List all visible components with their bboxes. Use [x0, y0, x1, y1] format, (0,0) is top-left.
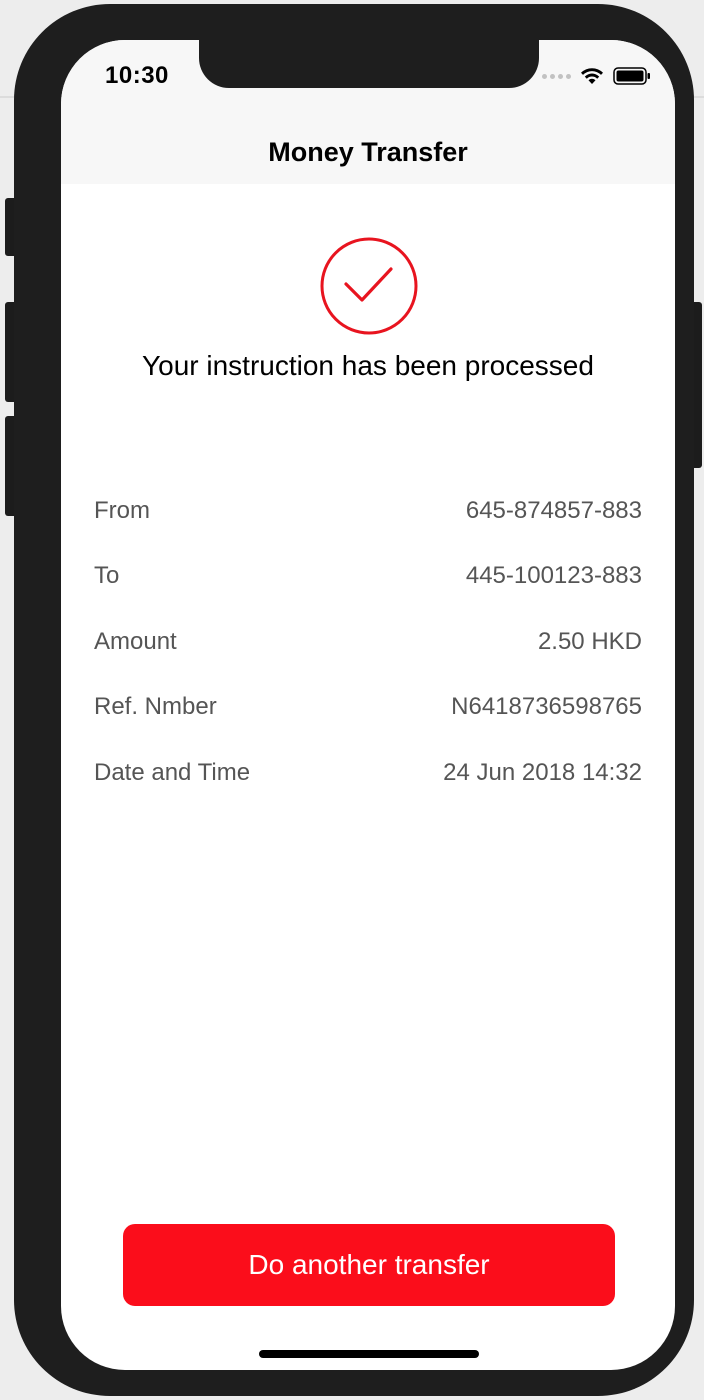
detail-value: 2.50 HKD: [537, 627, 642, 655]
detail-row-amount: Amount 2.50 HKD: [94, 609, 642, 675]
notch: [199, 40, 539, 88]
detail-row-from: From 645-874857-883: [94, 478, 642, 544]
detail-row-to: To 445-100123-883: [94, 544, 642, 610]
transfer-details: From 645-874857-883 To 445-100123-883 Am…: [94, 478, 642, 806]
detail-value: 645-874857-883: [465, 496, 642, 524]
battery-icon: [613, 67, 650, 85]
phone-screen: 10:30 Money Transfer Your instruction ha…: [61, 40, 675, 1370]
detail-row-reference: Ref. Nmber N6418736598765: [94, 675, 642, 741]
do-another-transfer-button[interactable]: Do another transfer: [123, 1224, 615, 1306]
check-circle-icon: [319, 236, 419, 336]
detail-value: N6418736598765: [451, 693, 642, 721]
phone-frame: 10:30 Money Transfer Your instruction ha…: [14, 4, 694, 1396]
wifi-icon: [581, 68, 603, 84]
navigation-bar: Money Transfer: [61, 120, 675, 184]
confirmation-message: Your instruction has been processed: [142, 350, 594, 381]
status-icons: [542, 66, 651, 86]
detail-value: 24 Jun 2018 14:32: [443, 758, 642, 786]
detail-row-datetime: Date and Time 24 Jun 2018 14:32: [94, 740, 642, 806]
cellular-signal-icon: [542, 73, 571, 79]
detail-label: To: [94, 562, 120, 590]
home-indicator[interactable]: [259, 1350, 479, 1358]
detail-label: Amount: [94, 627, 177, 655]
detail-label: From: [94, 496, 150, 524]
status-time: 10:30: [105, 62, 169, 89]
detail-value: 445-100123-883: [465, 562, 642, 590]
detail-label: Ref. Nmber: [94, 693, 217, 721]
button-label: Do another transfer: [248, 1249, 490, 1280]
detail-label: Date and Time: [94, 758, 251, 786]
page-title: Money Transfer: [268, 136, 468, 167]
